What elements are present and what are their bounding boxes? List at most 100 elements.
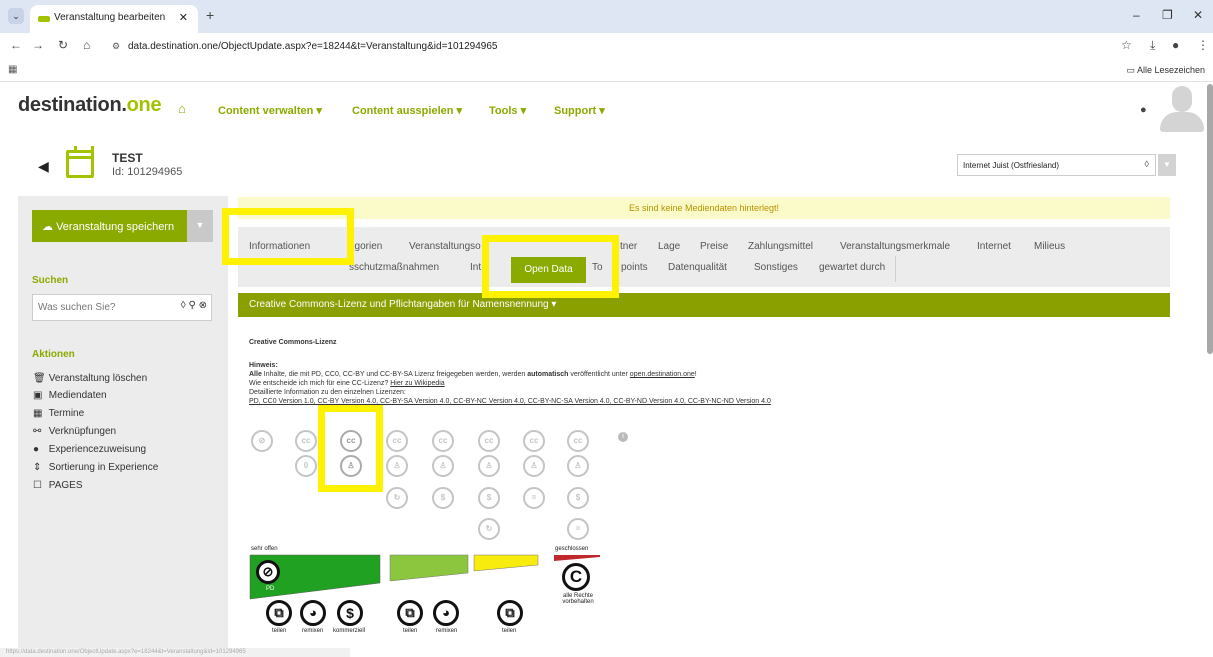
by-icon-3: ♙: [432, 455, 454, 477]
tab-search-icon[interactable]: ⌄: [8, 8, 24, 24]
by-icon-4: ♙: [478, 455, 500, 477]
bookmark-star-icon[interactable]: ☆: [1121, 38, 1132, 52]
tab-partner[interactable]: tner: [620, 241, 637, 252]
share-label-2: teilen: [403, 628, 418, 634]
tab-internet-2[interactable]: Int: [470, 262, 481, 273]
back-icon[interactable]: ←: [10, 38, 22, 52]
globe-icon: ●: [33, 444, 40, 455]
search-heading: Suchen: [32, 275, 69, 286]
cc-heading: Creative Commons-Lizenz: [249, 339, 337, 346]
tab-veranstaltungsmerkmale[interactable]: Veranstaltungsmerkmale: [840, 241, 950, 252]
cc-by-sa-icon[interactable]: cc: [386, 430, 408, 452]
back-arrow-icon[interactable]: ◀: [38, 158, 49, 175]
zero-icon: 0: [295, 455, 317, 477]
action-delete[interactable]: 🗑 Veranstaltung löschen: [33, 373, 147, 384]
nav-support[interactable]: Support ▾: [554, 104, 605, 117]
favicon-icon: [38, 16, 50, 22]
site-logo[interactable]: destination.one: [18, 94, 162, 117]
cc0-icon[interactable]: cc: [295, 430, 317, 452]
avatar[interactable]: [1160, 84, 1204, 132]
extension-icon[interactable]: ●: [1172, 38, 1179, 52]
hint-line-3: Detaillierte Information zu den einzelne…: [249, 389, 406, 396]
tab-divider: [895, 256, 896, 282]
browser-tabbar: ⌄ Veranstaltung bearbeiten ✕ + – ❐ ✕: [0, 0, 1213, 33]
cc-by-nc-sa-icon[interactable]: cc: [478, 430, 500, 452]
close-window-icon[interactable]: ✕: [1193, 8, 1203, 22]
hint-line-1: Alle Inhalte, die mit PD, CC0, CC-BY und…: [249, 371, 697, 378]
tab-milieus[interactable]: Milieus: [1034, 241, 1065, 252]
tab-schutzmassnahmen[interactable]: sschutzmaßnahmen: [349, 262, 439, 273]
new-tab-icon[interactable]: +: [206, 7, 214, 23]
address-bar[interactable]: ⚙ data.destination.one/ObjectUpdate.aspx…: [106, 37, 1106, 57]
all-bookmarks[interactable]: ▭ Alle Lesezeichen: [1126, 65, 1205, 76]
section-header[interactable]: Creative Commons-Lizenz und Pflichtangab…: [238, 293, 1170, 317]
nc-icon: $: [432, 487, 454, 509]
tab-zahlungsmittel[interactable]: Zahlungsmittel: [748, 241, 813, 252]
search-input[interactable]: Was suchen Sie? ◊ ⚲ ⊗: [32, 294, 212, 321]
wikipedia-link[interactable]: Hier zu Wikipedia: [390, 380, 444, 387]
site-info-icon[interactable]: ⚙: [112, 41, 120, 52]
apps-icon[interactable]: ▦: [8, 64, 17, 75]
nav-content-ausspielen[interactable]: Content ausspielen ▾: [352, 104, 462, 117]
maximize-icon[interactable]: ❐: [1162, 8, 1173, 22]
sa-icon-2: ↻: [478, 518, 500, 540]
openness-scale: [249, 554, 600, 600]
tab-internet[interactable]: Internet: [977, 241, 1011, 252]
action-links[interactable]: ⚯ Verknüpfungen: [33, 426, 116, 437]
action-experience[interactable]: ● Experiencezuweisung: [33, 444, 146, 455]
scale-segment-closed: [554, 555, 600, 561]
region-select[interactable]: Internet Juist (Ostfriesland) ◊: [957, 154, 1156, 176]
scale-segment-limited: [473, 554, 539, 572]
tab-sonstiges[interactable]: Sonstiges: [754, 262, 798, 273]
region-dropdown-button[interactable]: ▼: [1158, 154, 1176, 176]
save-button[interactable]: ☁ Veranstaltung speichern: [32, 210, 187, 242]
menu-icon[interactable]: ⋮: [1197, 38, 1209, 52]
refresh-icon[interactable]: ◊: [1145, 159, 1149, 169]
download-icon[interactable]: ⤓: [1150, 38, 1155, 53]
by-icon-5: ♙: [523, 455, 545, 477]
sa-icon: ↻: [386, 487, 408, 509]
cc-by-nd-icon[interactable]: cc: [523, 430, 545, 452]
tab-lage[interactable]: Lage: [658, 241, 680, 252]
pd-large-icon: ⊘: [256, 560, 280, 584]
calendar-small-icon: ▦: [33, 408, 43, 419]
nc-icon-2: $: [478, 487, 500, 509]
action-media[interactable]: ▣ Mediendaten: [33, 390, 107, 401]
share-icon-3: ⧉: [497, 600, 523, 626]
cc-by-nc-icon[interactable]: cc: [432, 430, 454, 452]
close-tab-icon[interactable]: ✕: [179, 11, 188, 24]
action-dates[interactable]: ▦ Termine: [33, 408, 84, 419]
pd-icon[interactable]: ⊘: [251, 430, 273, 452]
nav-content-verwalten[interactable]: Content verwalten ▾: [218, 104, 322, 117]
open-destination-link[interactable]: open.destination.one: [630, 371, 695, 378]
commercial-label: kommerziell: [333, 628, 366, 634]
home-nav-icon[interactable]: ⌂: [178, 101, 186, 116]
bookmarks-bar: ▦ ▭ Alle Lesezeichen: [0, 60, 1213, 82]
highlight-informationen: [222, 208, 354, 265]
sort-icon: ⇕: [33, 462, 42, 473]
info-icon[interactable]: i: [618, 432, 628, 442]
cc-by-nc-nd-icon[interactable]: cc: [567, 430, 589, 452]
browser-tab[interactable]: Veranstaltung bearbeiten ✕: [30, 5, 198, 33]
forward-icon[interactable]: →: [32, 38, 44, 52]
nav-tools[interactable]: Tools ▾: [489, 104, 526, 117]
home-icon[interactable]: ⌂: [83, 38, 90, 52]
tab-preise[interactable]: Preise: [700, 241, 728, 252]
tab-kategorien[interactable]: egorien: [349, 241, 382, 252]
action-pages[interactable]: ☐ PAGES: [33, 480, 83, 491]
save-dropdown-button[interactable]: ▼: [187, 210, 213, 242]
tab-datenqualitaet[interactable]: Datenqualität: [668, 262, 727, 273]
remix-label-1: remixen: [302, 628, 324, 634]
reload-icon[interactable]: ↻: [58, 38, 68, 52]
tab-gewartet-durch[interactable]: gewartet durch: [819, 262, 885, 273]
calendar-icon: [66, 146, 94, 178]
actions-heading: Aktionen: [32, 349, 75, 360]
tab-veranstaltungsort[interactable]: Veranstaltungso: [409, 241, 481, 252]
minimize-icon[interactable]: –: [1133, 8, 1140, 22]
tab-touchpoints-b[interactable]: points: [621, 262, 648, 273]
search-icon[interactable]: ◊ ⚲ ⊗: [181, 300, 207, 311]
scrollbar[interactable]: [1207, 84, 1213, 354]
chat-icon[interactable]: ●: [1140, 104, 1147, 116]
license-links[interactable]: PD, CC0 Version 1.0, CC-BY Version 4.0, …: [249, 398, 771, 405]
action-sort[interactable]: ⇕ Sortierung in Experience: [33, 462, 158, 473]
